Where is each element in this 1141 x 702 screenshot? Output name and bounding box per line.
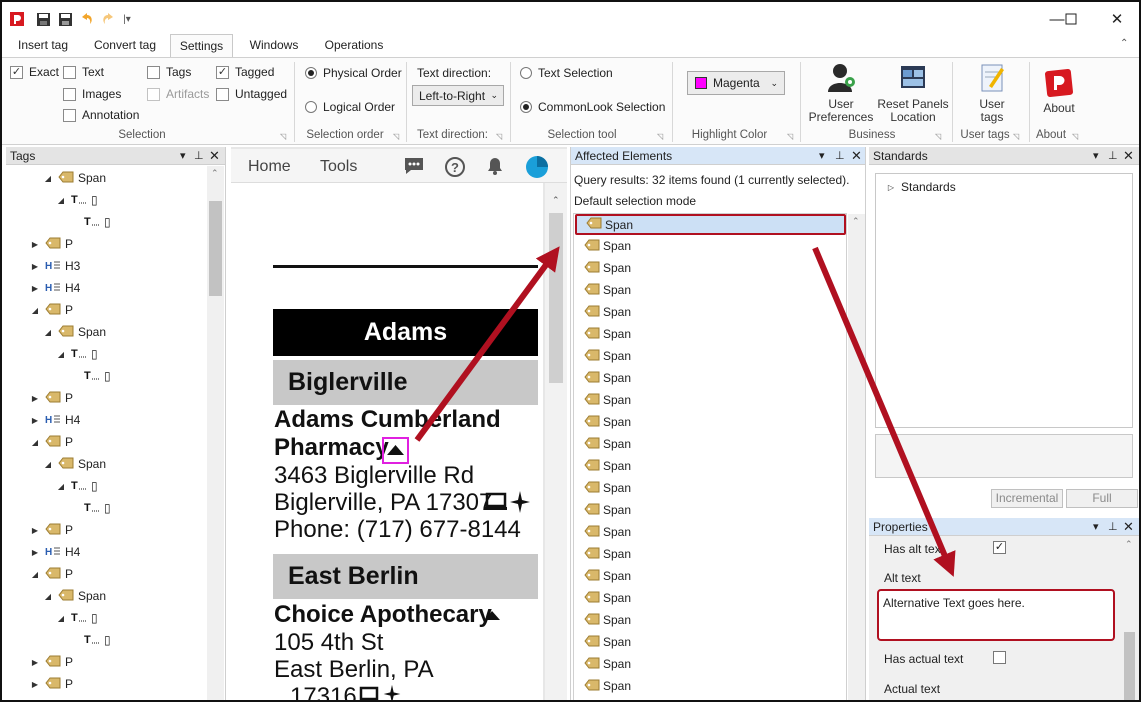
annotation-arrows — [414, 246, 956, 577]
arrow-list-to-alt-text — [812, 246, 956, 577]
arrow-document-to-list — [414, 246, 560, 442]
app-window: |▾ — ✕ Insert tag Convert tag Settings W… — [0, 0, 1141, 702]
